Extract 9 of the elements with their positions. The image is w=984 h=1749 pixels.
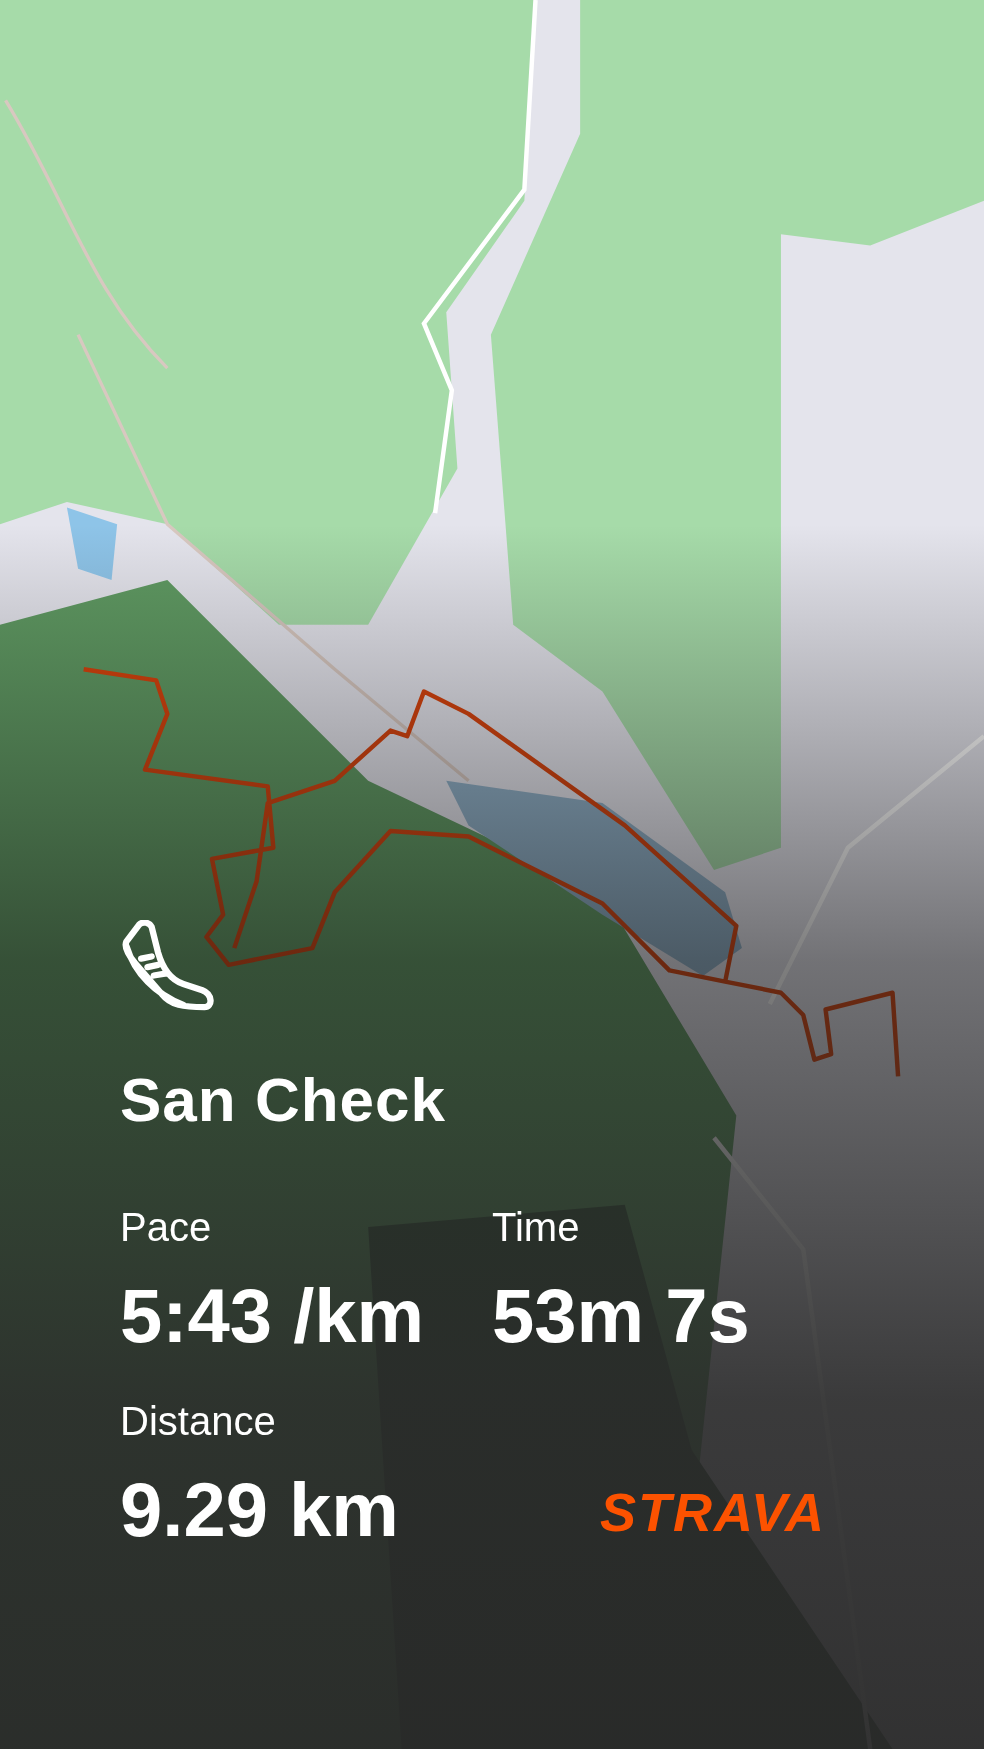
stat-label: Time	[492, 1205, 580, 1250]
stat-value: 53m 7s	[492, 1272, 750, 1359]
strava-logo: STRAVA	[600, 1481, 826, 1543]
stat-value: 5:43 /km	[120, 1272, 425, 1359]
stat-value: 9.29 km	[120, 1466, 399, 1553]
running-shoe-icon	[120, 920, 215, 1012]
stat-label: Pace	[120, 1205, 212, 1250]
activity-title: San Check	[120, 1064, 448, 1135]
stat-label: Distance	[120, 1399, 276, 1444]
